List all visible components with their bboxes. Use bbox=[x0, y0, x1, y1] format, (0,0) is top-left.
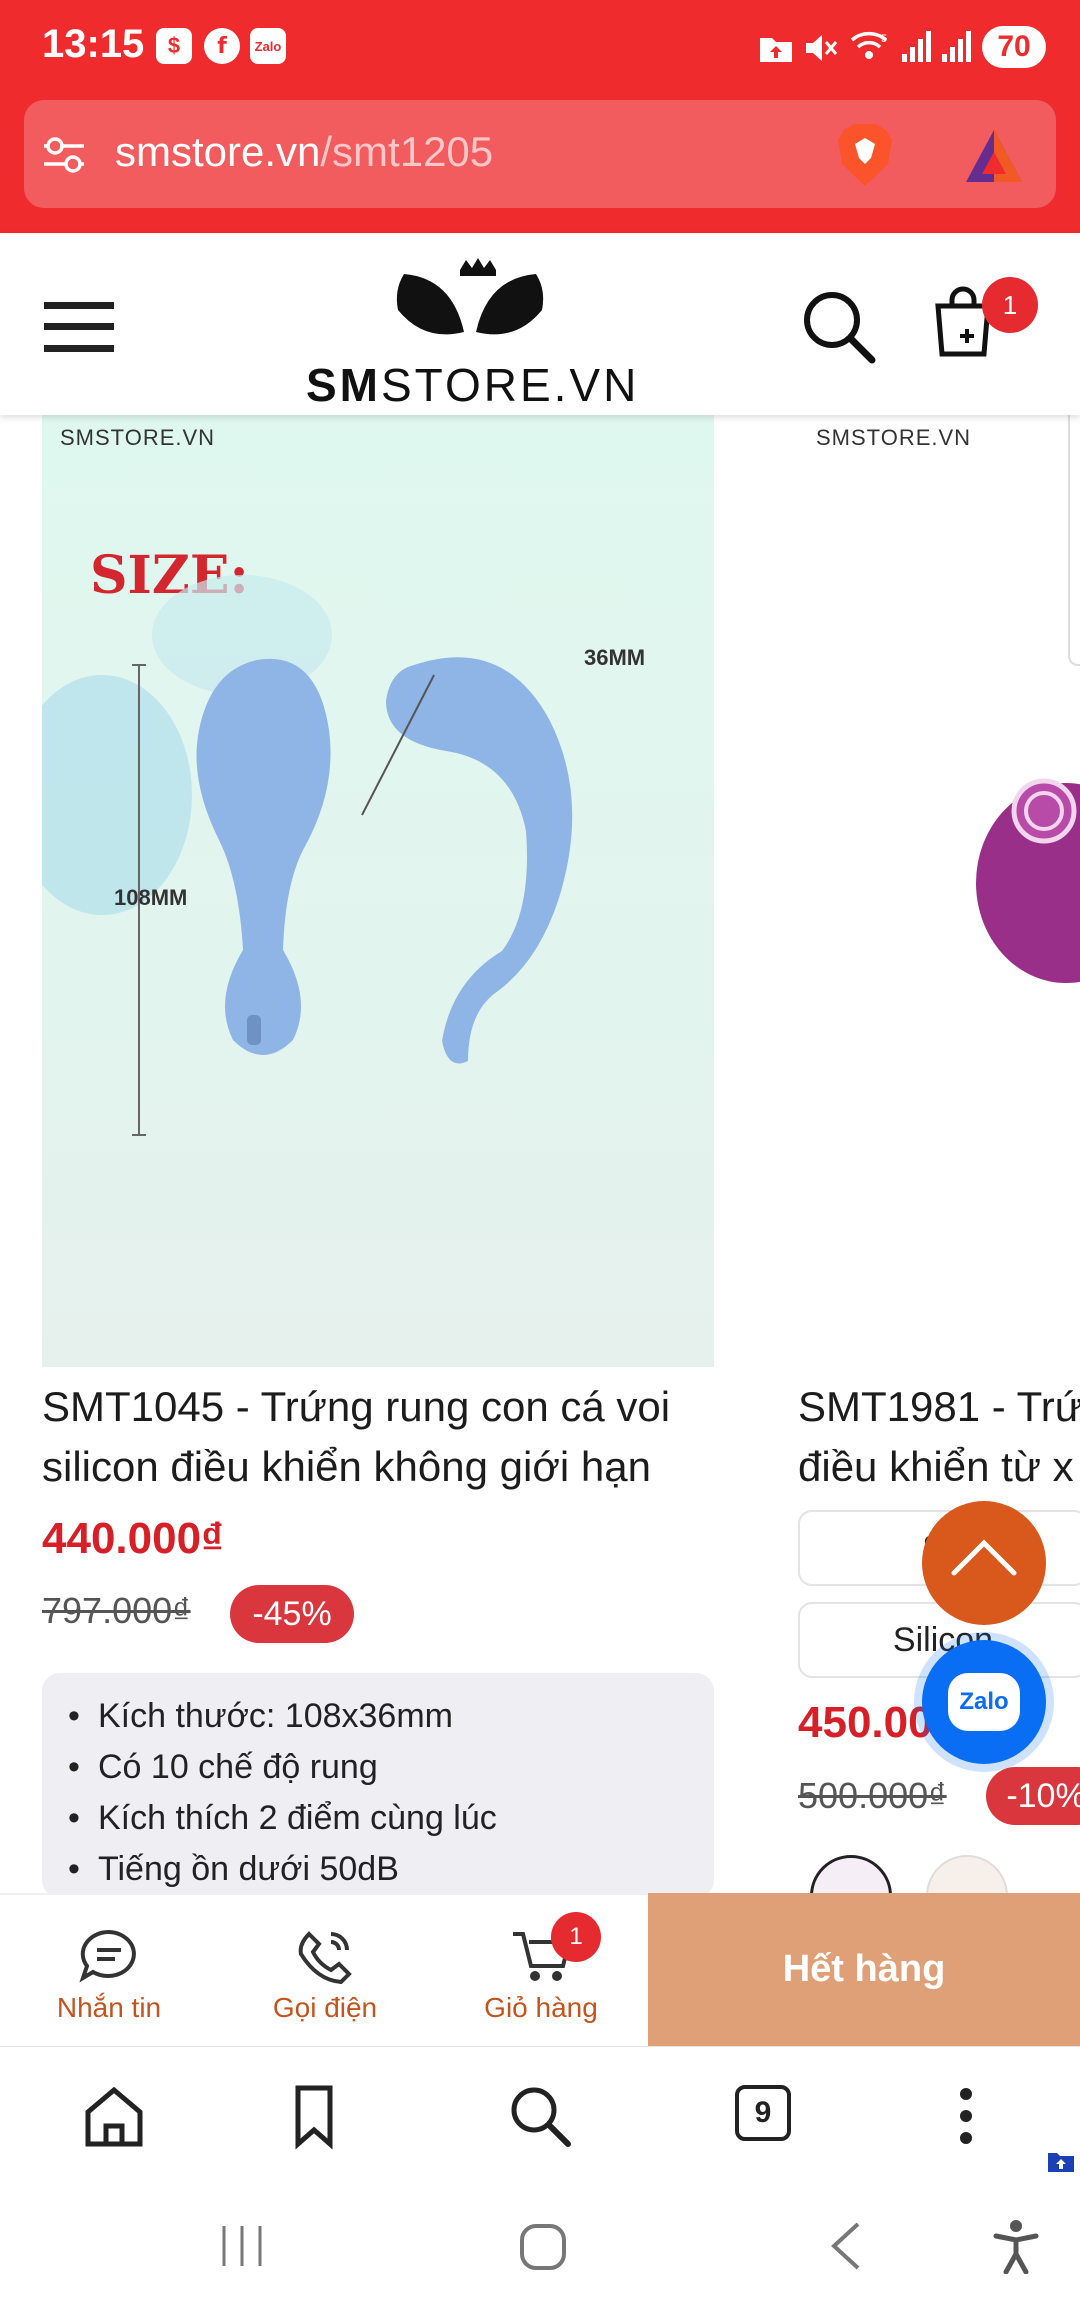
scroll-to-top-button[interactable] bbox=[922, 1501, 1046, 1625]
folder-upload-icon bbox=[760, 38, 792, 62]
zalo-chat-icon: Zalo bbox=[948, 1673, 1020, 1731]
logo-rest: STORE.VN bbox=[381, 359, 640, 411]
product-title[interactable]: SMT1045 - Trứng rung con cá voi silicon … bbox=[42, 1377, 732, 1497]
url-path: /smt1205 bbox=[320, 128, 494, 175]
message-label: Nhắn tin bbox=[56, 1992, 162, 2023]
product-title-line2: điều khiển từ x bbox=[798, 1443, 1074, 1490]
product-price: 450.00 bbox=[798, 1698, 933, 1747]
signal-icon-2 bbox=[942, 31, 971, 62]
dimension-length: 108MM bbox=[114, 885, 188, 910]
brave-shields-icon[interactable] bbox=[834, 122, 896, 188]
product-title-line1: SMT1045 - Trứng rung con cá voi bbox=[42, 1383, 671, 1430]
product-image[interactable]: SMSTORE.VN SIZE: 36MM 108MM bbox=[42, 415, 714, 1367]
bookmark-icon[interactable] bbox=[278, 2080, 350, 2152]
discount-badge: -45% bbox=[230, 1585, 354, 1643]
phone-icon bbox=[298, 1931, 352, 1984]
cart-count-badge: 1 bbox=[982, 277, 1038, 333]
chat-bubble-icon bbox=[79, 1929, 136, 1983]
product-old-price: 797.000₫ bbox=[42, 1590, 191, 1631]
chevron-up-icon bbox=[951, 1539, 1017, 1576]
zalo-icon: Zalo bbox=[250, 28, 286, 64]
brave-rewards-icon[interactable] bbox=[962, 126, 1026, 186]
product-title[interactable]: SMT1981 - Trứ điều khiển từ x bbox=[798, 1377, 1080, 1497]
facebook-icon: f bbox=[204, 28, 240, 64]
product-features: Kích thước: 108x36mm Có 10 chế độ rung K… bbox=[42, 1673, 714, 1898]
tabs-button[interactable]: 9 bbox=[735, 2085, 791, 2141]
site-settings-icon[interactable] bbox=[42, 135, 86, 175]
accessibility-icon[interactable] bbox=[990, 2218, 1042, 2274]
message-button[interactable]: Nhắn tin bbox=[4, 1893, 214, 2046]
signal-icon bbox=[902, 31, 931, 62]
cart-label: Giỏ hàng bbox=[484, 1992, 598, 2023]
logo-brand: SM bbox=[306, 359, 381, 411]
product-title-line2: silicon điều khiển không giới hạn bbox=[42, 1443, 651, 1490]
status-time: 13:15 bbox=[42, 22, 145, 66]
feature-item: Có 10 chế độ rung bbox=[68, 1742, 714, 1793]
search-icon[interactable] bbox=[504, 2080, 576, 2152]
search-icon[interactable] bbox=[800, 288, 876, 364]
feature-item: Kích thước: 108x36mm bbox=[68, 1691, 714, 1742]
sold-out-button[interactable]: Hết hàng bbox=[648, 1893, 1080, 2046]
back-icon[interactable] bbox=[826, 2220, 866, 2272]
product-illustration bbox=[976, 778, 1080, 983]
recent-apps-icon[interactable] bbox=[218, 2222, 266, 2270]
feature-item: Kích thích 2 điểm cùng lúc bbox=[68, 1793, 714, 1844]
download-icon[interactable] bbox=[1046, 2150, 1076, 2174]
wifi-icon: 5 bbox=[850, 32, 888, 59]
battery-indicator: 70 bbox=[982, 26, 1046, 68]
shopee-icon: $ bbox=[156, 28, 192, 64]
svg-text:5: 5 bbox=[881, 33, 887, 45]
home-nav-icon[interactable] bbox=[518, 2222, 568, 2272]
more-menu-icon[interactable] bbox=[930, 2080, 1002, 2152]
logo-text[interactable]: SMSTORE.VN bbox=[306, 358, 639, 412]
feature-item: Tiếng ồn dưới 50dB bbox=[68, 1844, 714, 1895]
url-domain: smstore.vn bbox=[115, 128, 321, 175]
cart-button[interactable]: Giỏ hàng bbox=[436, 1893, 646, 2046]
call-label: Gọi điện bbox=[272, 1992, 378, 2023]
mute-icon bbox=[806, 35, 838, 61]
menu-icon[interactable] bbox=[44, 300, 114, 354]
discount-badge: -10% bbox=[986, 1767, 1080, 1825]
home-icon[interactable] bbox=[78, 2080, 150, 2152]
call-button[interactable]: Gọi điện bbox=[220, 1893, 430, 2046]
cart-count-badge: 1 bbox=[551, 1912, 601, 1962]
product-old-price: 500.000₫ bbox=[798, 1775, 947, 1816]
product-title-line1: SMT1981 - Trứ bbox=[798, 1383, 1080, 1430]
zalo-chat-button[interactable]: Zalo bbox=[922, 1640, 1046, 1764]
url-text[interactable]: smstore.vn/smt1205 bbox=[115, 128, 493, 176]
product-price: 440.000₫ bbox=[42, 1514, 224, 1563]
product-image[interactable]: SMSTORE.VN bbox=[796, 415, 1080, 1367]
dimension-width: 36MM bbox=[584, 645, 646, 670]
